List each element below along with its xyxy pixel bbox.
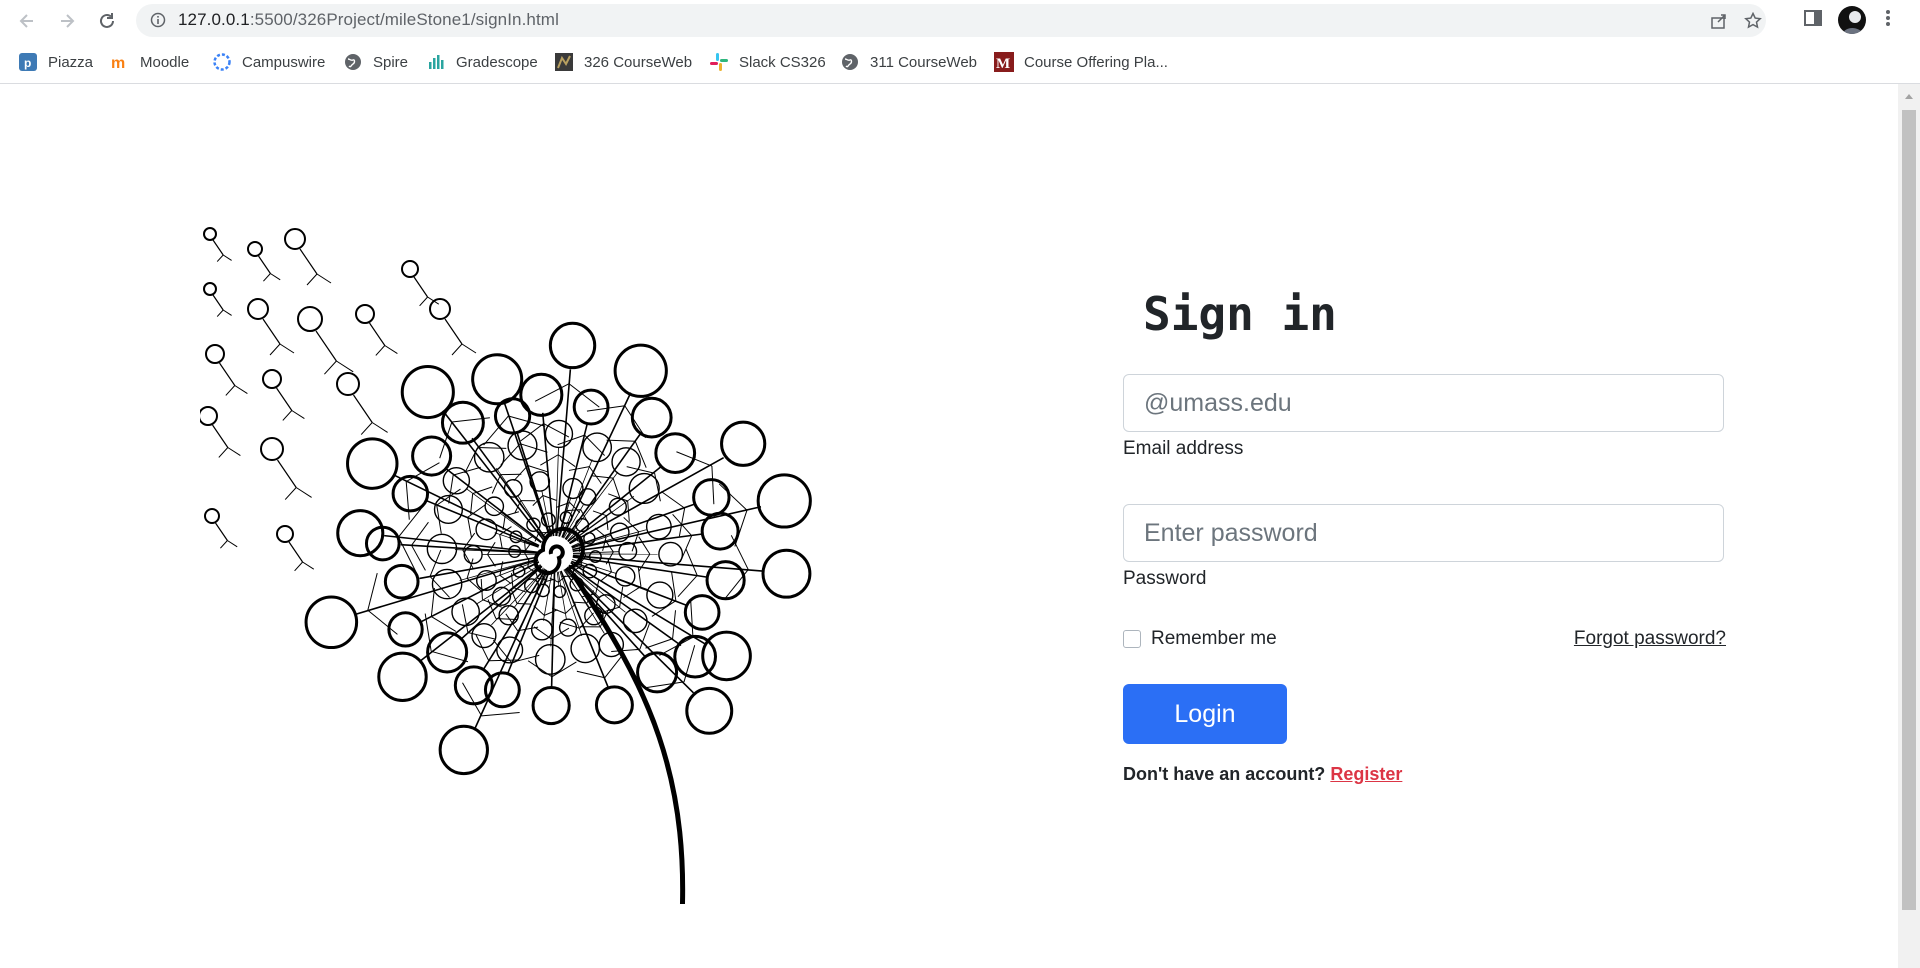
- profile-avatar[interactable]: [1838, 6, 1866, 34]
- signin-form: Sign in Email address Password Remember …: [1123, 274, 1726, 785]
- page-title: Sign in: [1143, 287, 1337, 341]
- side-panel-icon[interactable]: [1803, 8, 1823, 33]
- page-content: Sign in Email address Password Remember …: [0, 84, 1898, 968]
- bookmark-moodle[interactable]: m Moodle: [106, 49, 193, 75]
- courseweb-icon: [554, 52, 574, 72]
- campuswire-icon: [212, 52, 232, 72]
- bookmark-label: Course Offering Pla...: [1024, 53, 1168, 71]
- browser-toolbar: 127.0.0.1:5500/326Project/mileStone1/sig…: [0, 0, 1920, 41]
- address-bar[interactable]: 127.0.0.1:5500/326Project/mileStone1/sig…: [136, 4, 1766, 37]
- gradescope-icon: [426, 52, 446, 72]
- login-button[interactable]: Login: [1123, 684, 1287, 744]
- bookmark-star-icon[interactable]: [1744, 11, 1762, 35]
- svg-text:M: M: [996, 56, 1010, 72]
- bookmark-piazza[interactable]: p Piazza: [14, 49, 97, 75]
- remember-label: Remember me: [1151, 628, 1277, 649]
- url-path: :5500/326Project/mileStone1/signIn.html: [249, 10, 559, 29]
- bookmark-campuswire[interactable]: Campuswire: [208, 49, 329, 75]
- share-icon[interactable]: [1710, 12, 1728, 35]
- arrow-right-icon: [61, 14, 75, 28]
- bookmark-label: Campuswire: [242, 53, 326, 71]
- forgot-password-link[interactable]: Forgot password?: [1574, 628, 1726, 650]
- password-label: Password: [1123, 568, 1207, 589]
- menu-dots-icon[interactable]: [1884, 8, 1892, 33]
- reload-icon: [100, 13, 114, 28]
- register-link[interactable]: Register: [1330, 764, 1402, 784]
- bookmark-label: Moodle: [140, 53, 190, 71]
- scrollbar-thumb[interactable]: [1902, 110, 1916, 910]
- checkbox-box[interactable]: [1123, 630, 1141, 648]
- page-scrollbar[interactable]: [1898, 84, 1920, 968]
- piazza-icon: p: [18, 52, 38, 72]
- scroll-up-arrow-icon[interactable]: [1904, 92, 1914, 100]
- forward-button[interactable]: [54, 8, 80, 34]
- arrow-left-icon: [19, 14, 33, 28]
- bookmark-label: 326 CourseWeb: [584, 53, 693, 71]
- reload-button[interactable]: [94, 8, 120, 34]
- url-host: 127.0.0.1: [178, 10, 250, 29]
- bookmark-label: Gradescope: [456, 53, 538, 71]
- bookmark-spire[interactable]: Spire: [339, 49, 412, 75]
- register-prompt: Don't have an account? Register: [1123, 764, 1726, 785]
- no-account-text: Don't have an account?: [1123, 764, 1326, 784]
- bookmark-gradescope[interactable]: Gradescope: [422, 49, 542, 75]
- site-info-icon[interactable]: [150, 12, 166, 33]
- email-field[interactable]: [1123, 374, 1724, 432]
- password-field[interactable]: [1123, 504, 1724, 562]
- svg-text:p: p: [24, 56, 31, 70]
- url-text: 127.0.0.1:5500/326Project/mileStone1/sig…: [178, 10, 559, 30]
- bookmark-311-courseweb[interactable]: 311 CourseWeb: [836, 49, 981, 75]
- slack-icon: [709, 52, 729, 72]
- bookmark-326-courseweb[interactable]: 326 CourseWeb: [550, 49, 696, 75]
- bookmark-label: 311 CourseWeb: [870, 53, 978, 71]
- bookmark-slack-cs326[interactable]: Slack CS326: [705, 49, 830, 75]
- back-button[interactable]: [14, 8, 40, 34]
- remember-me-checkbox[interactable]: Remember me: [1123, 628, 1277, 650]
- bookmarks-bar: p Piazza m Moodle Campuswire Spire Grade…: [0, 41, 1920, 84]
- dandelion-illustration: [200, 227, 812, 904]
- email-label: Email address: [1123, 438, 1244, 459]
- moodle-icon: m: [110, 52, 130, 72]
- umass-icon: M: [994, 52, 1014, 72]
- bookmark-label: Spire: [373, 53, 409, 71]
- bookmark-label: Piazza: [48, 53, 94, 71]
- bookmark-label: Slack CS326: [739, 53, 826, 71]
- globe-icon: [343, 52, 363, 72]
- bookmark-course-offering[interactable]: M Course Offering Pla...: [990, 49, 1172, 75]
- remember-row: Remember me Forgot password?: [1123, 628, 1726, 650]
- svg-text:m: m: [111, 55, 125, 72]
- globe-icon: [840, 52, 860, 72]
